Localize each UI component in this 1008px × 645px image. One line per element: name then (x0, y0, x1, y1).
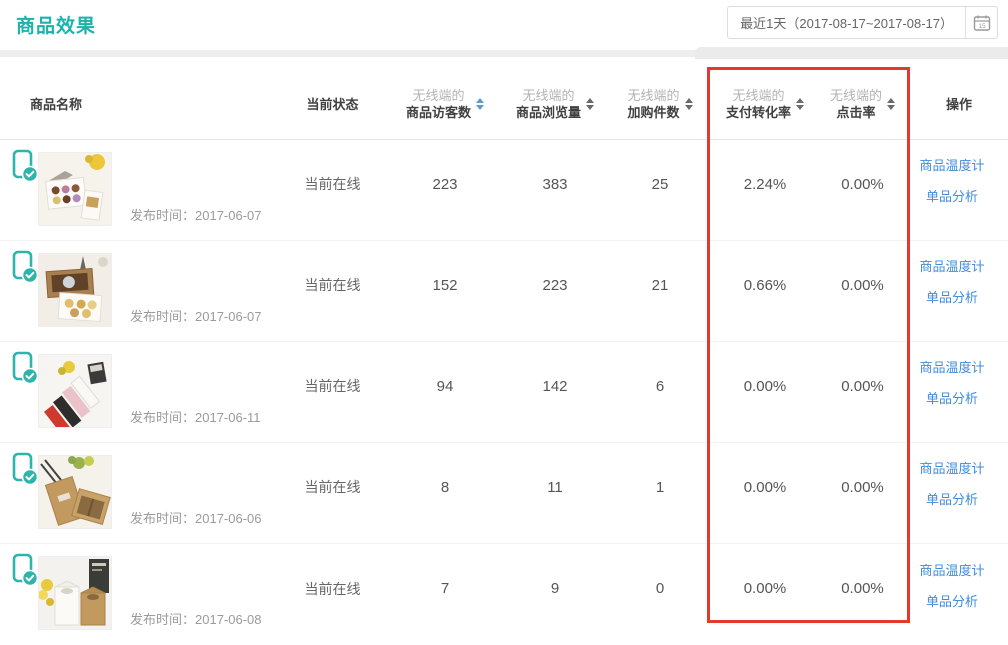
conversion-value: 0.00% (715, 342, 815, 442)
table-row: 发布时间：2017-06-07 当前在线 152 223 21 0.66% 0.… (0, 241, 1008, 342)
status-value: 当前在线 (280, 342, 385, 442)
status-value: 当前在线 (280, 544, 385, 645)
cart-value: 6 (605, 342, 715, 442)
product-photo[interactable] (38, 152, 112, 226)
wireless-prefix-label: 无线端的 (830, 87, 882, 104)
product-photo[interactable] (38, 354, 112, 428)
publish-date-label: 发布时间：2017-06-07 (130, 306, 262, 325)
single-item-analysis-link[interactable]: 单品分析 (926, 287, 978, 306)
svg-text:15: 15 (978, 23, 986, 30)
mobile-online-check-icon (12, 149, 38, 188)
cart-value: 0 (605, 544, 715, 645)
product-photo[interactable] (38, 253, 112, 327)
publish-date-label: 发布时间：2017-06-06 (130, 508, 262, 527)
sort-arrows-icon-visitors[interactable] (476, 98, 484, 110)
cart-value: 21 (605, 241, 715, 341)
mobile-online-check-icon (12, 553, 38, 592)
actions-cell: 商品温度计 单品分析 (910, 443, 1008, 543)
table-row: 发布时间：2017-06-11 当前在线 94 142 6 0.00% 0.00… (0, 342, 1008, 443)
single-item-analysis-link[interactable]: 单品分析 (926, 388, 978, 407)
table-row: 发布时间：2017-06-08 当前在线 7 9 0 0.00% 0.00% 商… (0, 544, 1008, 645)
table-row: 发布时间：2017-06-06 当前在线 8 11 1 0.00% 0.00% … (0, 443, 1008, 544)
visitors-value: 152 (385, 241, 505, 341)
ctr-value: 0.00% (815, 443, 910, 543)
col-header-visitors: 无线端的商品访客数 (385, 68, 505, 139)
visitors-value: 7 (385, 544, 505, 645)
sort-arrows-icon-conversion[interactable] (796, 98, 804, 110)
single-item-analysis-link[interactable]: 单品分析 (926, 186, 978, 205)
status-value: 当前在线 (280, 241, 385, 341)
thermometer-link[interactable]: 商品温度计 (919, 155, 984, 174)
mobile-online-check-icon (12, 250, 38, 289)
visitors-value: 223 (385, 140, 505, 240)
panel-edge-decoration (695, 47, 1008, 59)
actions-cell: 商品温度计 单品分析 (910, 241, 1008, 341)
col-header-ctr: 无线端的点击率 (815, 68, 910, 139)
sort-arrows-icon-ctr[interactable] (887, 98, 895, 110)
col-header-product: 商品名称 (0, 68, 280, 139)
conversion-value: 0.00% (715, 544, 815, 645)
cart-value: 25 (605, 140, 715, 240)
actions-cell: 商品温度计 单品分析 (910, 544, 1008, 645)
col-header-cart: 无线端的加购件数 (605, 68, 715, 139)
product-photo[interactable] (38, 455, 112, 529)
visitors-value: 8 (385, 443, 505, 543)
mobile-online-check-icon (12, 452, 38, 491)
publish-date-label: 发布时间：2017-06-11 (130, 407, 261, 426)
views-value: 142 (505, 342, 605, 442)
conversion-value: 2.24% (715, 140, 815, 240)
col-header-conversion: 无线端的支付转化率 (715, 68, 815, 139)
ctr-value: 0.00% (815, 241, 910, 341)
views-value: 11 (505, 443, 605, 543)
product-performance-page: 商品效果 最近1天（2017-08-17~2017-08-17） 15 商品名称… (0, 0, 1008, 645)
col-header-status: 当前状态 (280, 68, 385, 139)
status-value: 当前在线 (280, 140, 385, 240)
conversion-value: 0.00% (715, 443, 815, 543)
table-row: 发布时间：2017-06-07 当前在线 223 383 25 2.24% 0.… (0, 140, 1008, 241)
thermometer-link[interactable]: 商品温度计 (919, 256, 984, 275)
product-cell: 发布时间：2017-06-11 (0, 342, 280, 442)
cart-value: 1 (605, 443, 715, 543)
conversion-value: 0.66% (715, 241, 815, 341)
date-range-label: 最近1天（2017-08-17~2017-08-17） (728, 7, 965, 38)
views-value: 9 (505, 544, 605, 645)
mobile-online-check-icon (12, 351, 38, 390)
views-value: 383 (505, 140, 605, 240)
views-value: 223 (505, 241, 605, 341)
visitors-value: 94 (385, 342, 505, 442)
publish-date-label: 发布时间：2017-06-07 (130, 205, 262, 224)
product-cell: 发布时间：2017-06-07 (0, 241, 280, 341)
thermometer-link[interactable]: 商品温度计 (919, 458, 984, 477)
publish-date-label: 发布时间：2017-06-08 (130, 609, 262, 628)
col-header-views: 无线端的商品浏览量 (505, 68, 605, 139)
single-item-analysis-link[interactable]: 单品分析 (926, 591, 978, 610)
sort-arrows-icon-views[interactable] (586, 98, 594, 110)
actions-cell: 商品温度计 单品分析 (910, 342, 1008, 442)
product-cell: 发布时间：2017-06-06 (0, 443, 280, 543)
date-range-button[interactable]: 最近1天（2017-08-17~2017-08-17） 15 (727, 6, 998, 39)
ctr-value: 0.00% (815, 342, 910, 442)
wireless-prefix-label: 无线端的 (627, 87, 679, 104)
product-photo[interactable] (38, 556, 112, 630)
thermometer-link[interactable]: 商品温度计 (919, 357, 984, 376)
sort-arrows-icon-cart[interactable] (685, 98, 693, 110)
table-header-row: 商品名称 当前状态 无线端的商品访客数 无线端的商品浏览量 无线端的加购件数 无… (0, 68, 1008, 140)
table-body: 发布时间：2017-06-07 当前在线 223 383 25 2.24% 0.… (0, 140, 1008, 645)
product-cell: 发布时间：2017-06-07 (0, 140, 280, 240)
wireless-prefix-label: 无线端的 (732, 87, 784, 104)
page-title: 商品效果 (16, 11, 96, 38)
ctr-value: 0.00% (815, 544, 910, 645)
product-cell: 发布时间：2017-06-08 (0, 544, 280, 645)
wireless-prefix-label: 无线端的 (522, 87, 574, 104)
ctr-value: 0.00% (815, 140, 910, 240)
actions-cell: 商品温度计 单品分析 (910, 140, 1008, 240)
status-value: 当前在线 (280, 443, 385, 543)
col-header-actions: 操作 (910, 68, 1008, 139)
wireless-prefix-label: 无线端的 (412, 87, 464, 104)
calendar-icon[interactable]: 15 (965, 7, 997, 38)
single-item-analysis-link[interactable]: 单品分析 (926, 489, 978, 508)
thermometer-link[interactable]: 商品温度计 (919, 560, 984, 579)
